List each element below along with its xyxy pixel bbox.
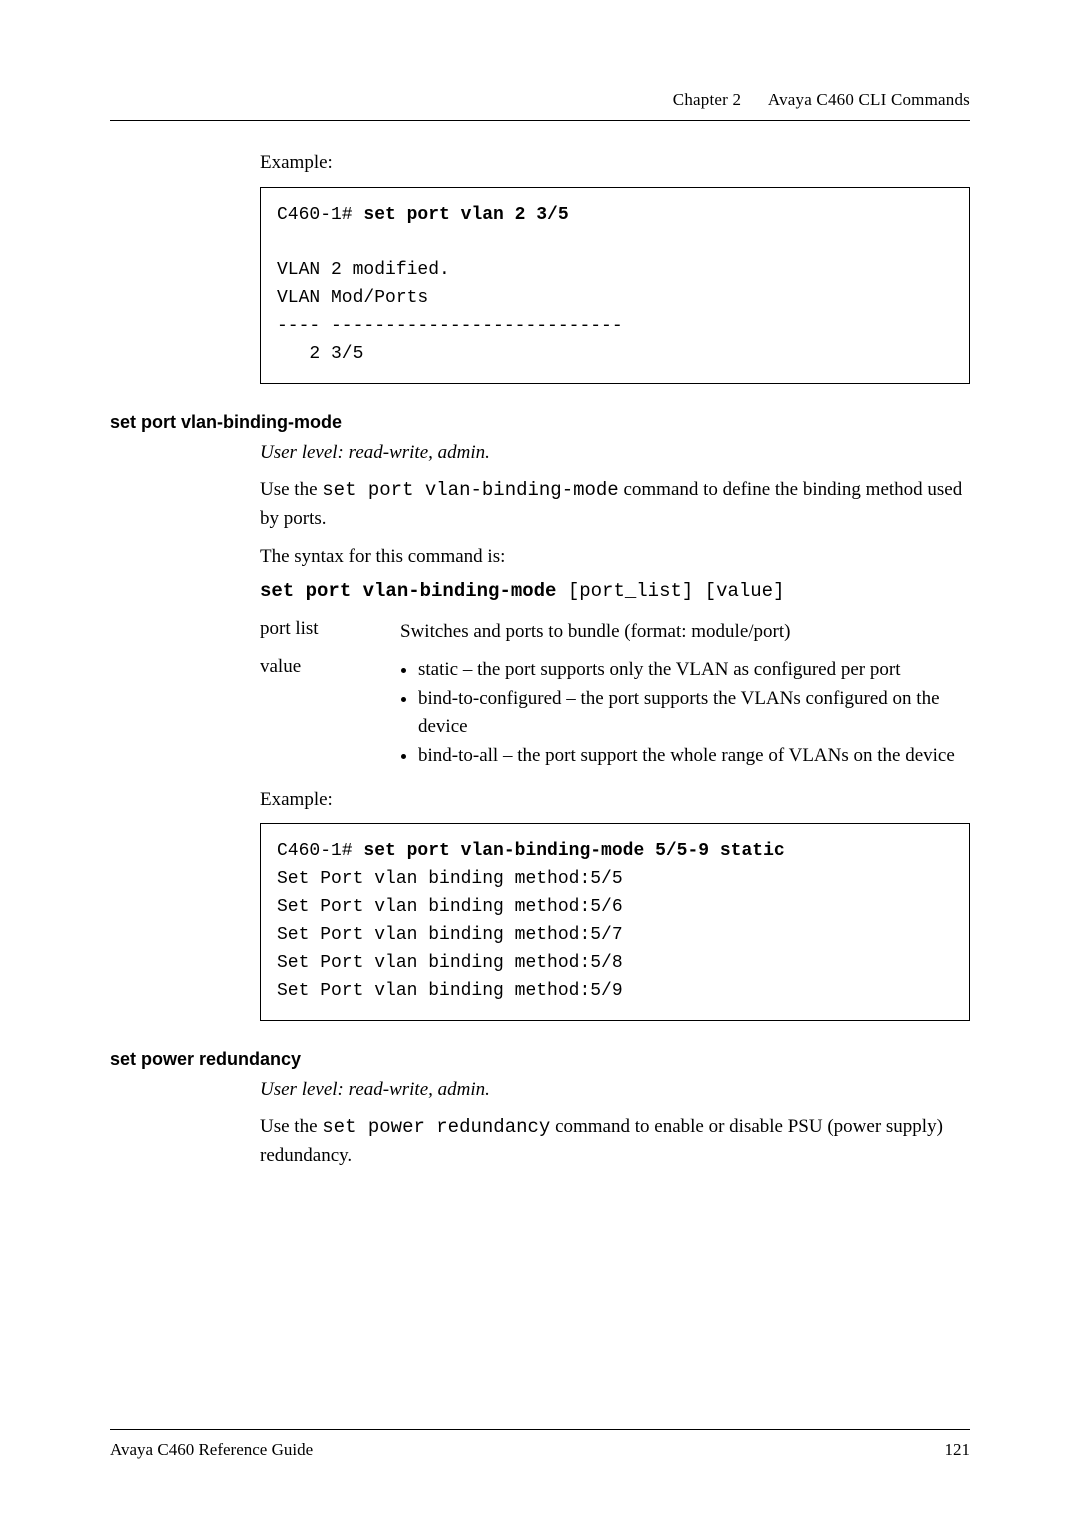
code-1-line-1: C460-1# set port vlan 2 3/5 — [277, 205, 569, 225]
desc-power: Use the set power redundancy command to … — [260, 1113, 970, 1169]
desc-pre-2: Use the — [260, 1116, 322, 1137]
value-bullet-3: bind-to-all – the port support the whole… — [418, 742, 970, 770]
code-2-line-1: C460-1# set port vlan-binding-mode 5/5-9… — [277, 841, 785, 861]
userlevel-2: User level: read-write, admin. — [260, 1076, 970, 1104]
code-block-1: C460-1# set port vlan 2 3/5 VLAN 2 modif… — [260, 187, 970, 384]
syntax-args-1: [port_list] [value] — [556, 580, 784, 602]
param-desc-value: static – the port supports only the VLAN… — [400, 656, 970, 772]
param-row-portlist: port list Switches and ports to bundle (… — [260, 618, 970, 646]
param-name-portlist: port list — [260, 618, 400, 640]
syntax-label-1: The syntax for this command is: — [260, 543, 970, 571]
section-heading-power: set power redundancy — [110, 1049, 970, 1070]
desc-vlan-binding: Use the set port vlan-binding-mode comma… — [260, 476, 970, 532]
code-2-line-4: Set Port vlan binding method:5/7 — [277, 925, 623, 945]
example-label-1: Example: — [260, 149, 970, 177]
code-2-line-3: Set Port vlan binding method:5/6 — [277, 897, 623, 917]
desc-cmd-2: set power redundancy — [322, 1116, 550, 1138]
param-desc-portlist: Switches and ports to bundle (format: mo… — [400, 618, 790, 646]
value-bullet-1: static – the port supports only the VLAN… — [418, 656, 970, 684]
section-heading-vlan-binding: set port vlan-binding-mode — [110, 412, 970, 433]
code-1-line-3: VLAN Mod/Ports — [277, 288, 428, 308]
footer-rule — [110, 1429, 970, 1430]
page-header: Chapter 2 Avaya C460 CLI Commands — [110, 90, 970, 110]
page-footer: Avaya C460 Reference Guide 121 — [110, 1429, 970, 1460]
chapter-label: Chapter 2 — [673, 90, 741, 109]
userlevel-1: User level: read-write, admin. — [260, 439, 970, 467]
code-block-2: C460-1# set port vlan-binding-mode 5/5-9… — [260, 823, 970, 1020]
footer-right: 121 — [945, 1440, 971, 1460]
param-row-value: value static – the port supports only th… — [260, 656, 970, 772]
desc-pre-1: Use the — [260, 479, 322, 500]
code-1-line-4: ---- --------------------------- — [277, 316, 623, 336]
footer-left: Avaya C460 Reference Guide — [110, 1440, 313, 1460]
code-2-line-6: Set Port vlan binding method:5/9 — [277, 981, 623, 1001]
value-bullet-2: bind-to-configured – the port supports t… — [418, 685, 970, 740]
code-1-line-5: 2 3/5 — [277, 344, 363, 364]
example-label-2: Example: — [260, 786, 970, 814]
desc-cmd-1: set port vlan-binding-mode — [322, 479, 618, 501]
code-1-line-2: VLAN 2 modified. — [277, 260, 450, 280]
syntax-line-1: set port vlan-binding-mode [port_list] [… — [260, 580, 970, 602]
chapter-title: Avaya C460 CLI Commands — [768, 90, 970, 109]
code-2-line-5: Set Port vlan binding method:5/8 — [277, 953, 623, 973]
code-2-line-2: Set Port vlan binding method:5/5 — [277, 869, 623, 889]
content-area: Example: C460-1# set port vlan 2 3/5 VLA… — [260, 149, 970, 1169]
syntax-bold-1: set port vlan-binding-mode — [260, 580, 556, 602]
param-name-value: value — [260, 656, 400, 678]
header-rule — [110, 120, 970, 121]
